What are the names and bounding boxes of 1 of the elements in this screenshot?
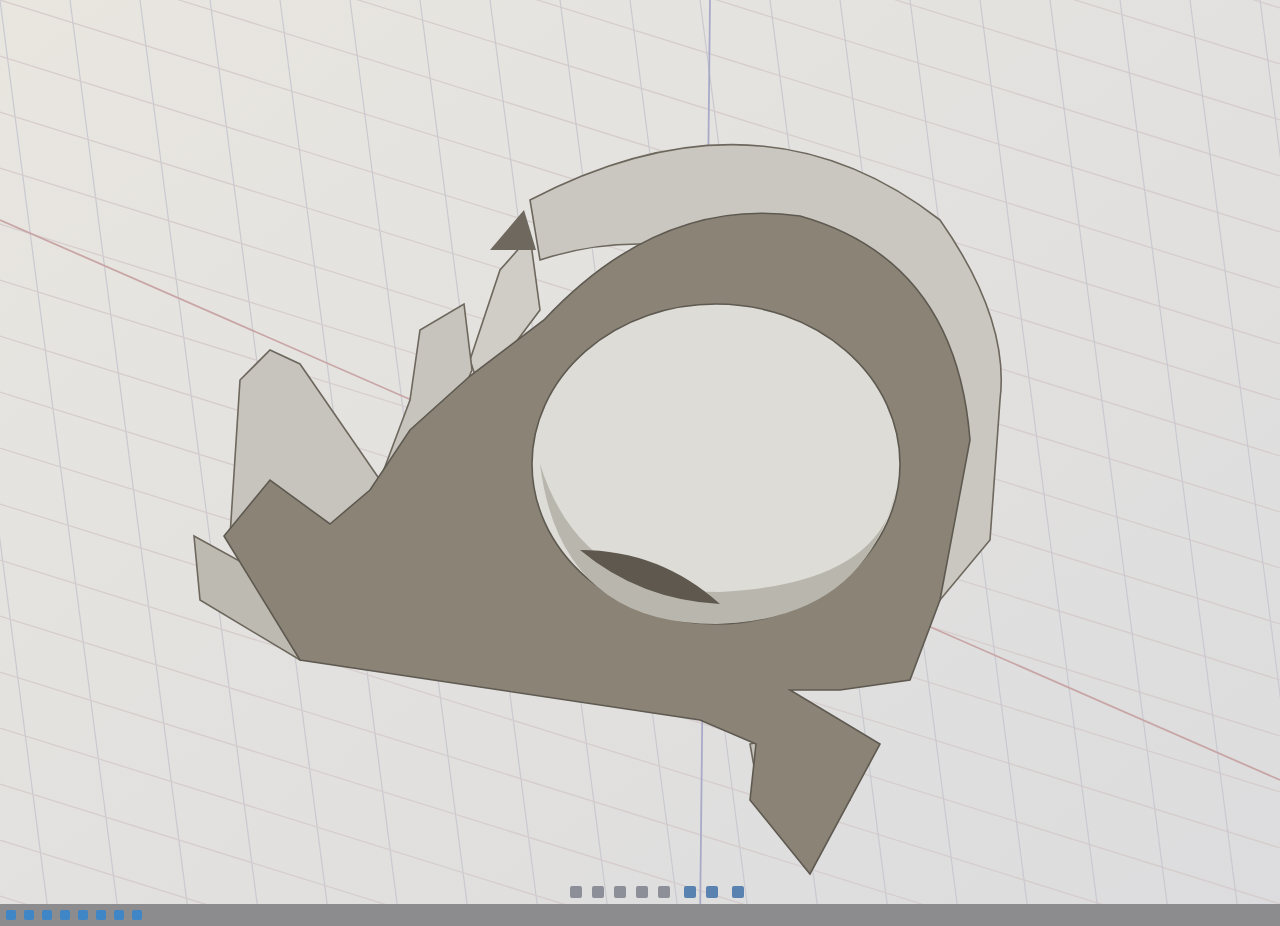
toolbar-icon[interactable] <box>732 886 744 898</box>
